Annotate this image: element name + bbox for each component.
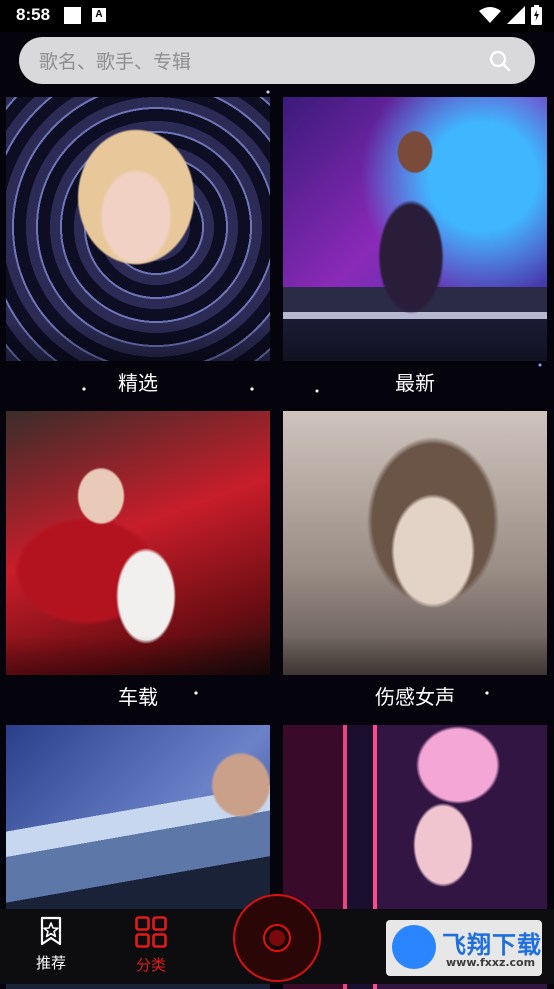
category-label: 车载 [118,685,158,709]
category-card-zuixin[interactable]: 最新 [283,97,547,395]
notification-square-icon [64,7,81,24]
status-time: 8:58 [16,5,51,24]
star-bookmark-icon [40,916,62,946]
search-bar[interactable] [19,37,535,86]
watermark-logo-icon [392,925,436,969]
search-icon[interactable] [489,50,511,72]
watermark-brand: 飞翔下载 [442,931,542,959]
watermark-url: www.fxxz.com [446,956,536,969]
category-card-shanggan-nvsheng[interactable]: 伤感女声 [283,411,547,709]
status-bar: 8:58 A [0,0,554,32]
nav-tab-label: 分类 [135,956,166,974]
category-label: 伤感女声 [375,685,455,709]
wifi-icon [479,7,501,23]
category-card-jingxuan[interactable]: 精选 [6,97,270,395]
nav-tab-tuijian[interactable]: 推荐 [21,916,81,973]
notification-a-icon: A [92,8,106,22]
category-label: 精选 [118,371,158,395]
category-cover-image[interactable] [6,97,270,361]
nav-tab-label: 推荐 [35,954,66,972]
category-card-chezai[interactable]: 车载 [6,411,270,709]
signal-icon [507,6,525,24]
grid-icon [135,916,167,948]
search-input[interactable] [37,37,481,86]
vinyl-record-icon[interactable] [233,894,321,982]
category-cover-image[interactable] [283,411,547,675]
status-icons [479,5,542,25]
battery-icon [531,5,542,25]
category-cover-image[interactable] [6,411,270,675]
nav-tab-fenlei[interactable]: 分类 [121,916,181,975]
category-cover-image[interactable] [283,97,547,361]
watermark-logo: 飞翔下载 www.fxxz.com [386,920,542,976]
category-label: 最新 [395,371,435,395]
